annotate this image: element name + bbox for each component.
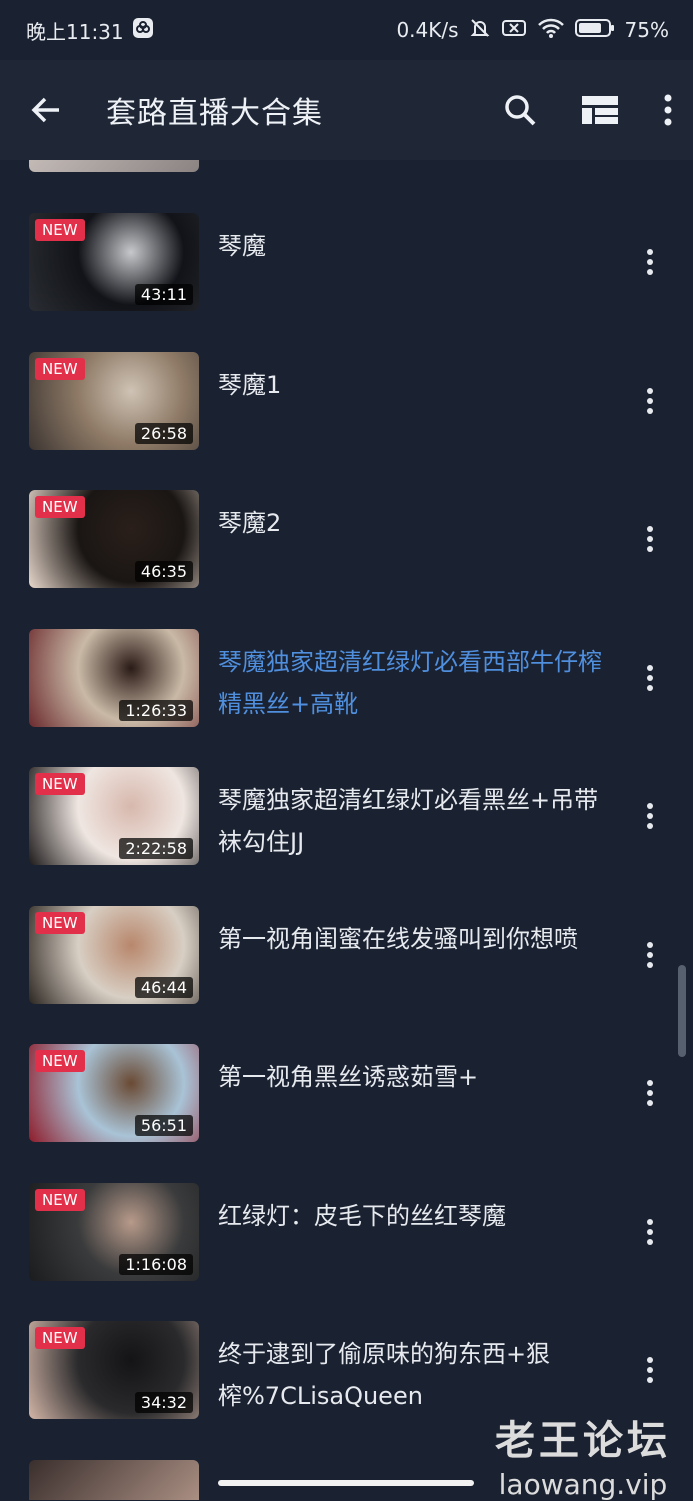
video-thumbnail[interactable]: NEW 43:11	[29, 213, 199, 311]
status-time: 晚上11:31	[26, 19, 124, 44]
new-badge: NEW	[35, 773, 85, 795]
list-item[interactable]: NEW 34:32 终于逮到了偷原味的狗东西+狠榨%7CLisaQueen	[0, 1321, 693, 1421]
video-thumbnail[interactable]: NEW 26:58	[29, 351, 199, 450]
item-more-icon[interactable]	[638, 801, 662, 831]
video-duration: 46:44	[134, 976, 193, 998]
list-item[interactable]: NEW 43:11 琴魔	[0, 213, 693, 313]
video-title[interactable]: 琴魔	[218, 225, 618, 267]
video-title[interactable]: 终于逮到了偷原味的狗东西+狠榨%7CLisaQueen	[218, 1333, 618, 1417]
video-title[interactable]: 第一视角黑丝诱惑茹雪+	[218, 1056, 618, 1098]
item-more-icon[interactable]	[638, 940, 662, 970]
video-thumbnail	[29, 1459, 199, 1500]
video-title[interactable]: 琴魔1	[218, 364, 618, 406]
list-item[interactable]: NEW 46:44 第一视角闺蜜在线发骚叫到你想喷	[0, 905, 693, 1006]
video-duration: 26:58	[134, 422, 193, 444]
item-more-icon[interactable]	[638, 247, 662, 277]
video-thumbnail[interactable]: NEW 46:44	[29, 905, 199, 1004]
watermark-en: laowang.vip	[498, 1468, 668, 1501]
silent-bell-icon	[469, 17, 491, 44]
wifi-icon	[537, 17, 565, 44]
list-item[interactable]: NEW 2:22:58 琴魔独家超清红绿灯必看黑丝+吊带袜勾住JJ	[0, 767, 693, 867]
video-title[interactable]: 琴魔独家超清红绿灯必看西部牛仔榨精黑丝+高靴	[218, 641, 618, 725]
list-item[interactable]: 1:26:33 琴魔独家超清红绿灯必看西部牛仔榨精黑丝+高靴	[0, 628, 693, 729]
video-duration: 56:51	[134, 1115, 193, 1136]
list-item[interactable]: NEW 26:58 琴魔1	[0, 351, 693, 452]
video-thumbnail[interactable]: 1:26:33	[29, 628, 199, 727]
new-badge: NEW	[35, 219, 85, 241]
list-item[interactable]: NEW 46:35 琴魔2	[0, 490, 693, 590]
item-more-icon[interactable]	[638, 1355, 662, 1385]
item-more-icon[interactable]	[638, 524, 662, 554]
video-thumbnail[interactable]: NEW 56:51	[29, 1044, 199, 1142]
watermark-cn: 老王论坛	[495, 1418, 671, 1464]
item-more-icon[interactable]	[638, 1078, 662, 1108]
video-duration: 43:11	[134, 284, 193, 305]
battery-icon	[574, 18, 615, 43]
item-more-icon[interactable]	[638, 1217, 662, 1247]
search-icon[interactable]	[503, 93, 537, 127]
battery-percent: 75%	[624, 18, 669, 42]
item-more-icon[interactable]	[638, 663, 662, 693]
new-badge: NEW	[35, 1188, 85, 1211]
video-title[interactable]: 红绿灯：皮毛下的丝红琴魔	[218, 1195, 618, 1237]
new-badge: NEW	[35, 357, 85, 380]
net-speed: 0.4K/s	[396, 18, 459, 42]
video-thumbnail[interactable]: NEW 1:16:08	[29, 1182, 199, 1281]
new-badge: NEW	[35, 911, 85, 934]
list-item-partial[interactable]	[0, 160, 693, 174]
video-duration: 2:22:58	[119, 838, 193, 859]
video-thumbnail[interactable]: NEW 46:35	[29, 490, 199, 588]
page-title: 套路直播大合集	[106, 96, 323, 131]
cloud-app-icon	[132, 17, 154, 44]
status-bar: 晚上11:31 0.4K/s 75%	[0, 0, 693, 60]
layout-grid-icon[interactable]	[581, 95, 619, 125]
video-duration: 1:26:33	[119, 699, 193, 721]
list-item[interactable]: NEW 56:51 第一视角黑丝诱惑茹雪+	[0, 1044, 693, 1144]
home-indicator[interactable]	[218, 1480, 474, 1486]
new-badge: NEW	[35, 1327, 85, 1349]
app-bar: 套路直播大合集	[0, 60, 693, 160]
video-thumbnail	[29, 160, 199, 172]
new-badge: NEW	[35, 1050, 85, 1072]
watermark: 老王论坛 laowang.vip	[495, 1408, 671, 1501]
back-arrow-icon[interactable]	[30, 94, 62, 126]
video-thumbnail[interactable]: NEW 2:22:58	[29, 767, 199, 865]
video-duration: 34:32	[134, 1392, 193, 1413]
video-title[interactable]: 琴魔独家超清红绿灯必看黑丝+吊带袜勾住JJ	[218, 779, 618, 863]
video-duration: 46:35	[134, 561, 193, 582]
video-duration: 1:16:08	[119, 1253, 193, 1275]
scrollbar[interactable]	[678, 965, 686, 1057]
new-badge: NEW	[35, 496, 85, 518]
video-title[interactable]: 琴魔2	[218, 502, 618, 544]
no-sim-icon	[501, 18, 527, 43]
more-vert-icon[interactable]	[663, 94, 673, 126]
item-more-icon[interactable]	[638, 386, 662, 416]
video-title[interactable]: 第一视角闺蜜在线发骚叫到你想喷	[218, 918, 618, 960]
video-list: NEW 43:11 琴魔 NEW 26:58 琴魔1 NEW 46:35 琴魔2 1:26:33 琴…	[0, 160, 693, 1500]
list-item[interactable]: NEW 1:16:08 红绿灯：皮毛下的丝红琴魔	[0, 1182, 693, 1283]
video-thumbnail[interactable]: NEW 34:32	[29, 1321, 199, 1419]
